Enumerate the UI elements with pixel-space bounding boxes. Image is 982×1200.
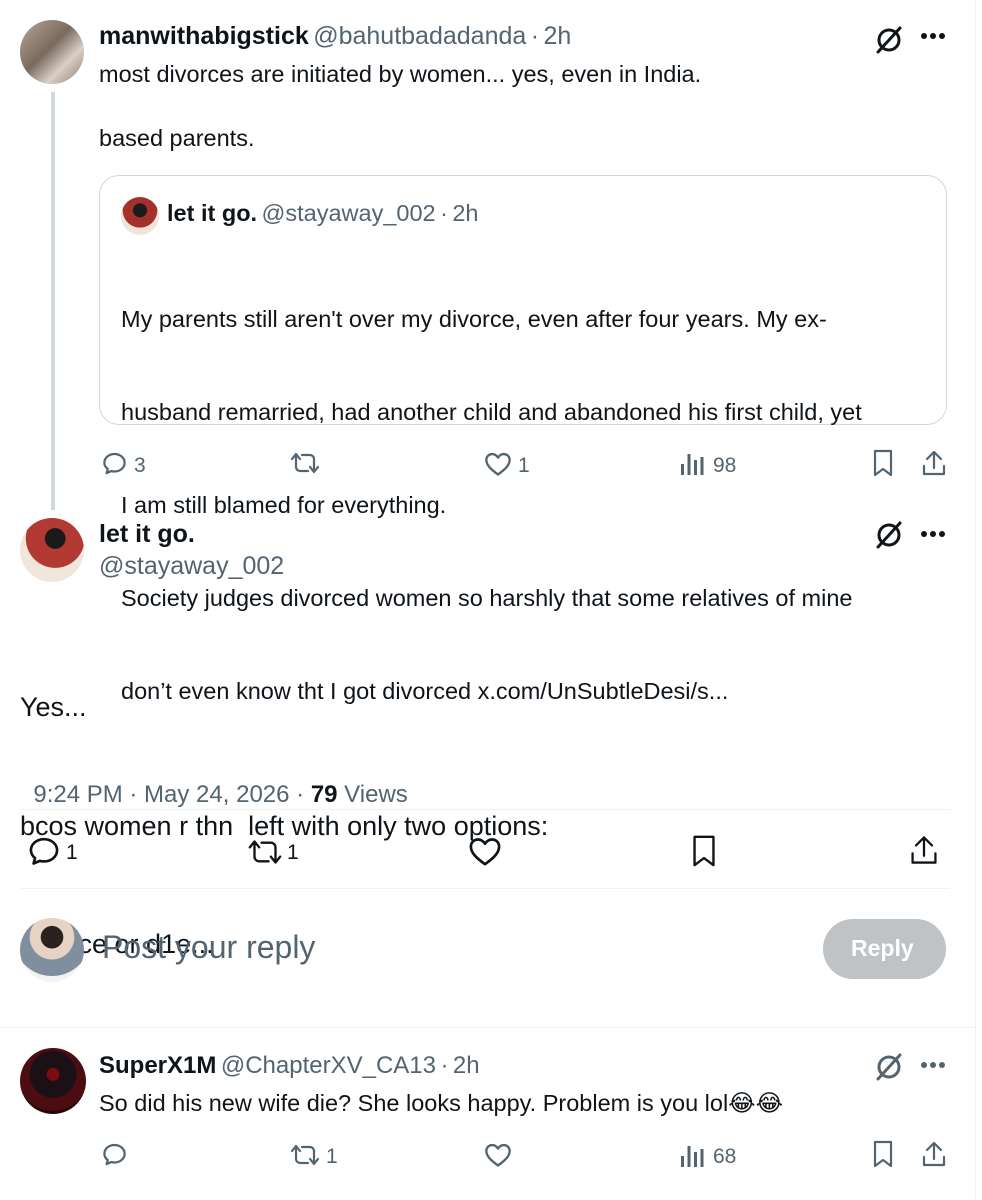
avatar[interactable] (20, 20, 84, 84)
grok-icon[interactable] (873, 24, 905, 56)
view-count: 68 (713, 1145, 737, 1168)
post-text-line: most divorces are initiated by women... … (99, 61, 702, 87)
bookmark-icon[interactable] (872, 449, 894, 477)
share-icon[interactable] (921, 449, 947, 477)
reply-count: 3 (134, 454, 146, 477)
meta-separator: · (530, 22, 540, 50)
thread-connector-line (51, 92, 55, 510)
quoted-text-line: husband remarried, had another child and… (121, 399, 862, 425)
quoted-avatar[interactable] (121, 197, 159, 235)
meta-separator: · (440, 1052, 449, 1079)
divider (20, 888, 950, 889)
grok-icon[interactable] (873, 1051, 905, 1083)
view-count: 98 (713, 454, 737, 477)
more-icon[interactable] (920, 32, 946, 40)
reply-input[interactable]: Post your reply (102, 929, 315, 966)
bookmark-icon[interactable] (872, 1140, 894, 1168)
author-name[interactable]: manwithabigstick (99, 22, 309, 50)
quoted-author-handle[interactable]: @stayaway_002 (262, 200, 436, 226)
share-icon[interactable] (909, 834, 939, 866)
quoted-author-name[interactable]: let it go. (167, 200, 257, 226)
avatar[interactable] (20, 518, 84, 582)
more-icon[interactable] (920, 1061, 946, 1069)
author-handle[interactable]: @ChapterXV_CA13 (221, 1052, 436, 1079)
post-time[interactable]: 2h (544, 22, 572, 50)
like-count: 1 (518, 454, 530, 477)
post-text-line: So did his new wife die? She looks happy… (99, 1090, 784, 1116)
post-timestamp[interactable]: 9:24 PM · May 24, 2026 · (33, 781, 310, 808)
repost-count: 1 (326, 1145, 338, 1168)
share-icon[interactable] (921, 1140, 947, 1168)
reply-icon[interactable] (101, 450, 128, 477)
post-time[interactable]: 2h (453, 1052, 480, 1079)
like-icon[interactable] (484, 451, 512, 477)
author-name[interactable]: let it go. (99, 520, 195, 549)
divider (0, 1027, 975, 1028)
post-text-line: Yes... (20, 692, 87, 722)
views-count: 79 (310, 781, 338, 808)
quoted-text-line: I am still blamed for everything. (121, 492, 447, 518)
more-icon[interactable] (920, 530, 946, 538)
author-name[interactable]: SuperX1M (99, 1052, 216, 1079)
repost-icon[interactable] (288, 1143, 322, 1167)
author-handle[interactable]: @stayaway_002 (99, 552, 284, 581)
divider (20, 809, 950, 810)
quoted-text-line: My parents still aren't over my divorce,… (121, 306, 827, 332)
views-icon[interactable] (679, 1143, 705, 1168)
meta-separator: · (440, 200, 448, 226)
reply-button-label: Reply (851, 935, 914, 961)
views-icon[interactable] (679, 451, 705, 476)
views-label: Views (337, 781, 408, 808)
column-border (975, 0, 976, 1200)
avatar[interactable] (20, 1048, 86, 1114)
bookmark-icon[interactable] (691, 834, 717, 868)
quoted-post-time: 2h (452, 200, 479, 226)
like-icon[interactable] (484, 1142, 512, 1168)
repost-count: 1 (287, 841, 299, 864)
reply-count: 1 (66, 841, 78, 864)
repost-icon[interactable] (288, 451, 322, 475)
current-user-avatar[interactable] (20, 918, 84, 982)
repost-icon[interactable] (245, 838, 285, 866)
post-text-line: based parents. (99, 125, 255, 151)
like-icon[interactable] (468, 836, 502, 867)
grok-icon[interactable] (873, 519, 905, 551)
author-handle[interactable]: @bahutbadadanda (313, 22, 526, 50)
reply-icon[interactable] (101, 1141, 128, 1168)
reply-icon[interactable] (27, 835, 61, 867)
